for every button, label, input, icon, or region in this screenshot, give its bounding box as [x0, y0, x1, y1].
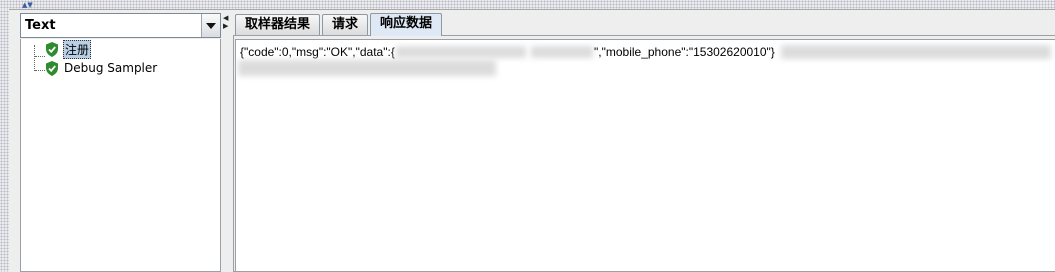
- tab-request[interactable]: 请求: [322, 14, 369, 35]
- redacted-region: [531, 46, 593, 58]
- tab-sampler-result[interactable]: 取样器结果: [235, 14, 321, 35]
- results-tree-panel: Text 注册 Debug Sampler: [20, 13, 223, 272]
- tree-connector: [34, 45, 36, 71]
- tree-connector: [35, 70, 45, 71]
- redacted-region: [238, 60, 496, 76]
- response-body-start: {"code":0,"msg":"OK","data":{: [240, 45, 395, 59]
- tree-item-register[interactable]: 注册: [45, 39, 92, 59]
- tab-response-data[interactable]: 响应数据: [370, 13, 443, 36]
- tree-item-label: Debug Sampler: [64, 61, 158, 75]
- tree-connector: [35, 56, 45, 57]
- results-tree[interactable]: 注册 Debug Sampler: [20, 39, 221, 272]
- divider: [9, 9, 1055, 10]
- renderer-selected-value: Text: [25, 18, 56, 33]
- success-shield-icon: [45, 60, 59, 76]
- redacted-region: [781, 45, 1051, 59]
- renderer-dropdown[interactable]: Text: [20, 13, 221, 38]
- left-splitter[interactable]: [0, 10, 9, 272]
- split-pane-arrows-icon[interactable]: ◀ ▶: [223, 14, 231, 30]
- detail-tabs: 取样器结果 请求 响应数据: [235, 13, 444, 36]
- response-text-area[interactable]: {"code":0,"msg":"OK","data":{ ","mobile_…: [235, 39, 1055, 272]
- success-shield-icon: [45, 41, 59, 57]
- chevron-down-icon: [206, 23, 216, 29]
- redacted-region: [396, 46, 526, 58]
- tree-item-debug-sampler[interactable]: Debug Sampler: [45, 60, 158, 76]
- tree-item-label: 注册: [63, 39, 92, 59]
- dropdown-arrow-button[interactable]: [201, 14, 220, 37]
- response-body-end: ","mobile_phone":"15302620010"}: [594, 45, 775, 59]
